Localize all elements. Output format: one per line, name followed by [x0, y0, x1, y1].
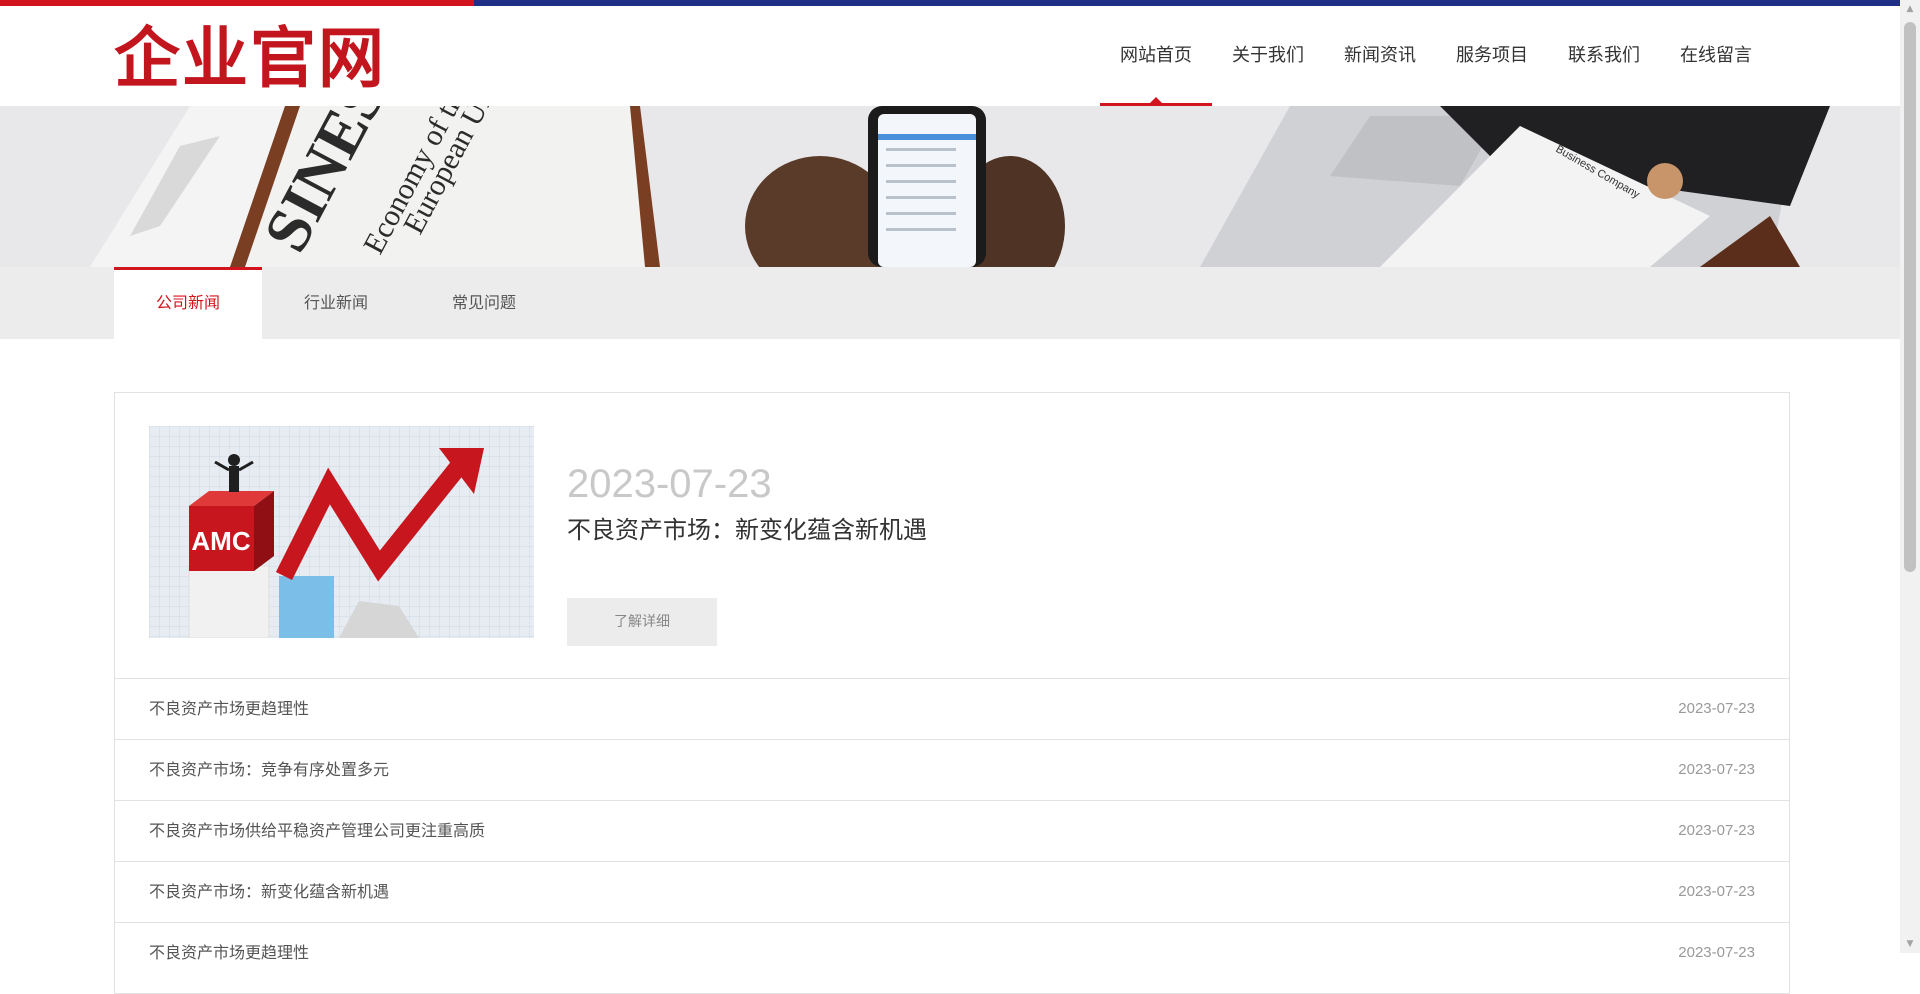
featured-news-date: 2023-07-23	[567, 462, 772, 506]
news-item-title[interactable]: 不良资产市场更趋理性	[149, 679, 309, 739]
news-item-date: 2023-07-23	[1678, 944, 1755, 961]
scrollbar-thumb[interactable]	[1904, 22, 1916, 572]
image-block-white	[188, 565, 270, 638]
nav-item-services[interactable]: 服务项目	[1436, 6, 1548, 106]
nav-item-contact[interactable]: 联系我们	[1548, 6, 1660, 106]
news-list-item[interactable]: 不良资产市场更趋理性 2023-07-23	[115, 678, 1789, 739]
featured-image-graphic: AMC	[149, 426, 534, 638]
news-item-date: 2023-07-23	[1678, 761, 1755, 778]
news-item-title[interactable]: 不良资产市场更趋理性	[149, 923, 309, 983]
news-list: 不良资产市场更趋理性 2023-07-23 不良资产市场：竞争有序处置多元 20…	[115, 678, 1789, 983]
news-list-item[interactable]: 不良资产市场供给平稳资产管理公司更注重高质 2023-07-23	[115, 800, 1789, 861]
news-panel: AMC 2023-07-23 不良资产市场：新变化蕴含新机遇 了解详细 不良资产…	[114, 392, 1790, 994]
news-list-item[interactable]: 不良资产市场：竞争有序处置多元 2023-07-23	[115, 739, 1789, 800]
news-list-item[interactable]: 不良资产市场：新变化蕴含新机遇 2023-07-23	[115, 861, 1789, 922]
tab-company-news[interactable]: 公司新闻	[114, 267, 262, 339]
read-more-button[interactable]: 了解详细	[567, 598, 717, 646]
news-item-title[interactable]: 不良资产市场供给平稳资产管理公司更注重高质	[149, 801, 485, 861]
news-item-date: 2023-07-23	[1678, 700, 1755, 717]
nav-item-home[interactable]: 网站首页	[1100, 6, 1212, 106]
image-amc-label: AMC	[191, 526, 250, 556]
featured-news-title[interactable]: 不良资产市场：新变化蕴含新机遇	[567, 510, 927, 545]
featured-news-image[interactable]: AMC	[149, 426, 534, 638]
banner-image: SINESS Economy of th European Uni Busine…	[0, 106, 1900, 267]
featured-news: AMC 2023-07-23 不良资产市场：新变化蕴含新机遇 了解详细	[149, 426, 1755, 646]
sub-nav: 公司新闻 行业新闻 常见问题	[0, 267, 1900, 339]
page-banner: SINESS Economy of th European Uni Busine…	[0, 106, 1900, 267]
arrow-up-icon[interactable]: ▲	[1900, 0, 1920, 18]
image-person	[229, 466, 239, 492]
image-block-blue	[279, 576, 334, 638]
site-header: 企业官网 网站首页 关于我们 新闻资讯 服务项目 联系我们 在线留言	[0, 6, 1900, 106]
nav-item-message[interactable]: 在线留言	[1660, 6, 1772, 106]
main-nav: 网站首页 关于我们 新闻资讯 服务项目 联系我们 在线留言	[1100, 6, 1772, 106]
news-item-title[interactable]: 不良资产市场：竞争有序处置多元	[149, 740, 389, 800]
nav-item-about[interactable]: 关于我们	[1212, 6, 1324, 106]
news-item-date: 2023-07-23	[1678, 822, 1755, 839]
arrow-down-icon[interactable]: ▼	[1900, 935, 1920, 953]
tab-faq[interactable]: 常见问题	[410, 267, 558, 339]
news-item-date: 2023-07-23	[1678, 883, 1755, 900]
sub-nav-tabs: 公司新闻 行业新闻 常见问题	[114, 267, 558, 339]
news-item-title[interactable]: 不良资产市场：新变化蕴含新机遇	[149, 862, 389, 922]
site-logo[interactable]: 企业官网	[114, 22, 386, 94]
page-scrollbar[interactable]: ▲ ▼	[1900, 0, 1920, 953]
nav-item-news[interactable]: 新闻资讯	[1324, 6, 1436, 106]
tab-industry-news[interactable]: 行业新闻	[262, 267, 410, 339]
banner-clipboard-clip	[1647, 163, 1683, 199]
